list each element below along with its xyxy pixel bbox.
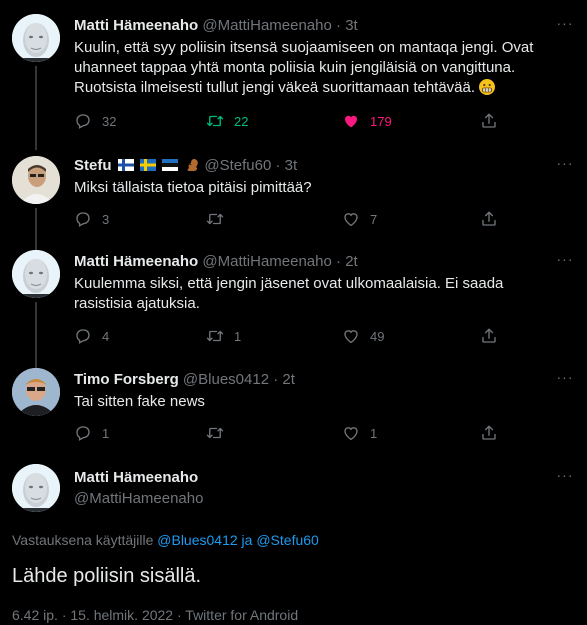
- like-icon: [342, 112, 360, 130]
- tweet-actions: 3 7: [74, 209, 504, 229]
- handle[interactable]: @Blues0412: [183, 371, 269, 388]
- reply-user-link[interactable]: @Blues0412: [157, 532, 237, 548]
- handle[interactable]: @Stefu60: [204, 157, 271, 174]
- reply-user-link[interactable]: @Stefu60: [256, 532, 318, 548]
- avatar[interactable]: [12, 464, 60, 512]
- tweet-header: Timo Forsberg @Blues0412 · 2t: [74, 371, 295, 388]
- like-count: 49: [370, 328, 385, 344]
- reply-count: 1: [102, 425, 110, 441]
- tweet-text: Miksi tällaista tietoa pitäisi pimittää?: [74, 179, 312, 196]
- like-count: 179: [370, 113, 392, 129]
- like-button[interactable]: 1: [342, 423, 377, 443]
- timestamp[interactable]: 3t: [345, 17, 358, 34]
- retweet-icon: [206, 327, 224, 345]
- share-button[interactable]: [480, 111, 508, 131]
- sweden-flag: [139, 159, 156, 171]
- share-button[interactable]: [480, 326, 508, 346]
- reply-button[interactable]: 4: [74, 326, 109, 346]
- tweet-3[interactable]: Matti Hämeenaho @MattiHameenaho · 2t ···…: [0, 240, 587, 368]
- retweet-icon: [206, 424, 224, 442]
- retweet-icon: [206, 112, 224, 130]
- reply-count: 3: [102, 211, 110, 227]
- reply-icon: [74, 327, 92, 345]
- handle[interactable]: @MattiHameenaho: [74, 489, 203, 509]
- share-icon: [480, 327, 498, 345]
- share-button[interactable]: [480, 209, 508, 229]
- estonia-flag: [162, 159, 179, 171]
- like-count: 1: [370, 425, 378, 441]
- squirrel-emoji: [187, 159, 198, 171]
- tweet-header: Matti Hämeenaho @MattiHameenaho · 2t: [74, 253, 358, 270]
- avatar[interactable]: [12, 250, 60, 298]
- like-icon: [342, 327, 360, 345]
- more-icon[interactable]: ···: [555, 16, 575, 34]
- timestamp[interactable]: 3t: [285, 157, 298, 174]
- like-count: 7: [370, 211, 378, 227]
- main-tweet-text: Lähde poliisin sisällä.: [12, 565, 202, 587]
- tweet-text: Kuulemma siksi, että jengin jäsenet ovat…: [74, 275, 504, 312]
- share-icon: [480, 210, 498, 228]
- reply-button[interactable]: 32: [74, 111, 116, 131]
- reply-button[interactable]: 1: [74, 423, 109, 443]
- more-icon[interactable]: ···: [555, 370, 575, 388]
- grimace-emoji: [479, 79, 496, 95]
- reply-icon: [74, 112, 92, 130]
- reply-icon: [74, 210, 92, 228]
- like-button[interactable]: 49: [342, 326, 384, 346]
- handle[interactable]: @MattiHameenaho: [202, 17, 331, 34]
- display-name[interactable]: Timo Forsberg: [74, 371, 179, 388]
- tweet-4[interactable]: Timo Forsberg @Blues0412 · 2t ··· Tai si…: [0, 362, 587, 458]
- like-button[interactable]: 179: [342, 111, 392, 131]
- thread-line: [35, 66, 37, 150]
- retweet-button[interactable]: [206, 423, 234, 443]
- more-icon[interactable]: ···: [555, 252, 575, 270]
- tweet-text: Tai sitten fake news: [74, 393, 205, 410]
- share-button[interactable]: [480, 423, 508, 443]
- thread-line: [35, 302, 37, 368]
- handle[interactable]: @MattiHameenaho: [202, 253, 331, 270]
- retweet-icon: [206, 210, 224, 228]
- reply-context: Vastauksena käyttäjille @Blues0412 ja @S…: [12, 532, 319, 548]
- tweet-actions: 1 1: [74, 423, 504, 443]
- retweet-button[interactable]: 1: [206, 326, 241, 346]
- retweet-button[interactable]: [206, 209, 234, 229]
- reply-count: 4: [102, 328, 110, 344]
- display-name[interactable]: Matti Hämeenaho: [74, 469, 198, 486]
- tweet-header: Matti Hämeenaho: [74, 468, 198, 488]
- tweet-text: Kuulin, että syy poliisin itsensä suojaa…: [74, 39, 534, 96]
- display-name[interactable]: Matti Hämeenaho: [74, 253, 198, 270]
- main-tweet: Matti Hämeenaho @MattiHameenaho ··· Vast…: [0, 458, 587, 624]
- more-icon[interactable]: ···: [555, 468, 575, 486]
- like-icon: [342, 210, 360, 228]
- reply-button[interactable]: 3: [74, 209, 109, 229]
- retweet-button[interactable]: 22: [206, 111, 248, 131]
- avatar[interactable]: [12, 156, 60, 204]
- avatar[interactable]: [12, 368, 60, 416]
- timestamp[interactable]: 2t: [282, 371, 295, 388]
- tweet-actions: 32 22 179: [74, 111, 504, 131]
- avatar[interactable]: [12, 14, 60, 62]
- tweet-header: Stefu @Stefu60 · 3t: [74, 157, 298, 174]
- share-icon: [480, 112, 498, 130]
- display-name[interactable]: Matti Hämeenaho: [74, 17, 198, 34]
- more-icon[interactable]: ···: [555, 156, 575, 174]
- like-button[interactable]: 7: [342, 209, 377, 229]
- tweet-meta[interactable]: 6.42 ip. · 15. helmik. 2022 · Twitter fo…: [12, 605, 298, 625]
- timestamp[interactable]: 2t: [345, 253, 358, 270]
- like-icon: [342, 424, 360, 442]
- finland-flag: [117, 159, 134, 171]
- share-icon: [480, 424, 498, 442]
- reply-icon: [74, 424, 92, 442]
- reply-count: 32: [102, 113, 117, 129]
- retweet-count: 22: [234, 113, 249, 129]
- tweet-1[interactable]: Matti Hämeenaho @MattiHameenaho · 3t ···…: [0, 0, 587, 150]
- tweet-2[interactable]: Stefu @Stefu60 · 3t ··· Miksi tällaista …: [0, 148, 587, 250]
- display-name[interactable]: Stefu: [74, 157, 112, 174]
- tweet-header: Matti Hämeenaho @MattiHameenaho · 3t: [74, 17, 358, 34]
- retweet-count: 1: [234, 328, 242, 344]
- tweet-actions: 4 1 49: [74, 326, 504, 346]
